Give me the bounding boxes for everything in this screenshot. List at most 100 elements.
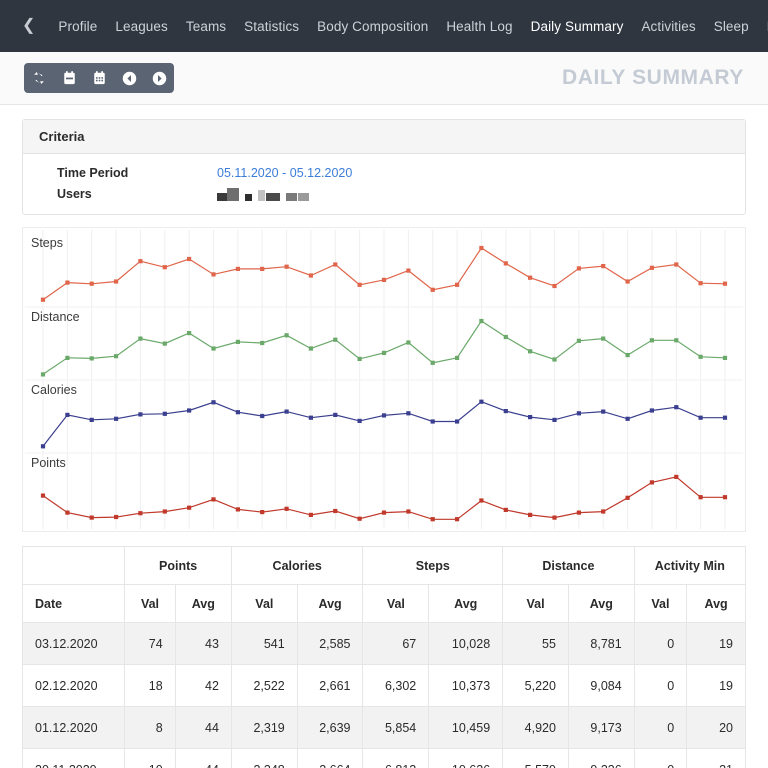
data-point-calories-28[interactable] <box>722 415 728 420</box>
data-point-calories-20[interactable] <box>528 415 533 420</box>
sub-header-6-avg[interactable]: Avg <box>428 584 504 623</box>
data-point-points-12[interactable] <box>333 508 338 514</box>
data-point-steps-12[interactable] <box>333 262 338 267</box>
data-point-steps-17[interactable] <box>455 282 460 287</box>
data-point-distance-15[interactable] <box>406 340 411 345</box>
data-point-distance-8[interactable] <box>235 339 240 344</box>
data-point-distance-16[interactable] <box>430 360 435 365</box>
data-point-distance-23[interactable] <box>601 336 606 341</box>
data-point-calories-21[interactable] <box>552 417 557 422</box>
previous-button[interactable] <box>114 63 144 93</box>
data-point-steps-1[interactable] <box>65 280 70 285</box>
data-point-distance-7[interactable] <box>211 346 216 351</box>
data-point-steps-6[interactable] <box>187 256 192 262</box>
calendar-month-button[interactable] <box>84 63 114 93</box>
data-point-points-25[interactable] <box>649 480 654 485</box>
data-point-steps-14[interactable] <box>381 277 387 282</box>
data-point-points-23[interactable] <box>601 509 606 514</box>
data-point-distance-26[interactable] <box>674 338 679 343</box>
data-point-calories-14[interactable] <box>381 413 387 418</box>
data-point-points-6[interactable] <box>187 505 192 510</box>
data-point-points-21[interactable] <box>552 515 557 520</box>
table-row[interactable]: 03.12.2020 74 43 541 2,585 67 10,028 55 8,781 0 19 <box>21 622 746 665</box>
data-point-distance-22[interactable] <box>576 338 581 343</box>
data-point-calories-7[interactable] <box>211 400 216 405</box>
data-point-steps-28[interactable] <box>722 281 728 286</box>
data-point-steps-25[interactable] <box>649 265 654 270</box>
data-point-distance-25[interactable] <box>649 338 654 343</box>
data-point-steps-11[interactable] <box>308 273 313 278</box>
data-point-steps-18[interactable] <box>479 245 484 251</box>
data-point-steps-16[interactable] <box>430 287 435 292</box>
table-row[interactable]: 30.11.202010442,3482,6646,81210,6365,579… <box>21 748 746 768</box>
nav-item-body-composition[interactable]: Body Composition <box>308 19 437 34</box>
sub-header-3-val[interactable]: Val <box>230 584 298 623</box>
data-point-points-3[interactable] <box>114 514 119 520</box>
calendar-day-button[interactable] <box>54 63 84 93</box>
nav-item-activities[interactable]: Activities <box>632 19 704 34</box>
data-point-calories-12[interactable] <box>333 412 338 417</box>
data-point-distance-13[interactable] <box>357 356 362 361</box>
data-point-steps-3[interactable] <box>114 279 119 284</box>
data-point-points-24[interactable] <box>625 495 630 500</box>
data-point-steps-22[interactable] <box>576 266 581 271</box>
data-point-steps-8[interactable] <box>235 266 240 271</box>
data-point-steps-19[interactable] <box>503 261 508 266</box>
data-point-points-20[interactable] <box>528 512 533 517</box>
data-point-points-8[interactable] <box>235 507 240 512</box>
data-point-distance-17[interactable] <box>455 355 460 360</box>
data-point-points-14[interactable] <box>381 510 387 515</box>
data-point-points-10[interactable] <box>284 506 289 511</box>
data-point-calories-19[interactable] <box>503 409 508 414</box>
data-point-points-18[interactable] <box>479 498 484 503</box>
data-point-steps-15[interactable] <box>406 268 411 273</box>
data-point-points-27[interactable] <box>698 495 703 500</box>
data-point-points-16[interactable] <box>430 517 435 522</box>
data-point-points-13[interactable] <box>357 516 362 521</box>
data-point-calories-4[interactable] <box>138 412 143 417</box>
data-point-steps-2[interactable] <box>89 281 94 286</box>
data-point-points-4[interactable] <box>138 511 143 516</box>
data-point-calories-3[interactable] <box>114 416 119 421</box>
data-point-calories-26[interactable] <box>674 405 679 410</box>
data-point-distance-6[interactable] <box>187 331 192 336</box>
data-point-points-19[interactable] <box>503 507 508 512</box>
nav-item-profile[interactable]: Profile <box>49 19 106 34</box>
data-point-steps-27[interactable] <box>698 281 703 286</box>
data-point-calories-9[interactable] <box>260 413 265 419</box>
sub-header-0-date[interactable]: Date <box>21 584 126 623</box>
sub-header-8-avg[interactable]: Avg <box>567 584 635 623</box>
data-point-distance-21[interactable] <box>552 357 557 362</box>
data-point-points-15[interactable] <box>406 509 411 514</box>
data-point-steps-20[interactable] <box>528 275 533 280</box>
data-point-steps-4[interactable] <box>138 259 143 264</box>
data-point-calories-22[interactable] <box>576 411 581 416</box>
data-point-distance-28[interactable] <box>722 355 728 360</box>
data-point-steps-23[interactable] <box>601 264 606 269</box>
data-point-points-0[interactable] <box>40 493 46 498</box>
time-period-value[interactable]: 05.11.2020 - 05.12.2020 <box>217 166 352 180</box>
data-point-points-17[interactable] <box>455 517 460 522</box>
data-point-steps-21[interactable] <box>552 283 557 289</box>
data-point-distance-1[interactable] <box>65 355 70 360</box>
data-point-points-11[interactable] <box>308 512 313 517</box>
data-point-points-1[interactable] <box>65 510 70 515</box>
data-point-points-2[interactable] <box>89 515 94 520</box>
nav-item-export[interactable]: Export <box>758 19 768 34</box>
table-row[interactable]: 02.12.2020 18 42 2,522 2,661 6,302 10,373 5,220… <box>21 664 746 707</box>
data-point-calories-2[interactable] <box>89 417 94 422</box>
data-point-calories-15[interactable] <box>406 411 411 416</box>
data-point-steps-7[interactable] <box>211 272 216 277</box>
data-point-distance-3[interactable] <box>114 354 119 359</box>
data-point-steps-26[interactable] <box>674 262 679 267</box>
nav-item-leagues[interactable]: Leagues <box>106 19 177 34</box>
data-point-distance-18[interactable] <box>479 318 484 324</box>
data-point-steps-24[interactable] <box>625 279 630 284</box>
data-point-calories-16[interactable] <box>430 419 435 424</box>
data-point-distance-14[interactable] <box>381 350 387 355</box>
data-point-steps-0[interactable] <box>40 297 46 302</box>
data-point-calories-18[interactable] <box>479 399 484 404</box>
data-point-distance-10[interactable] <box>284 333 289 338</box>
data-point-calories-25[interactable] <box>649 408 654 413</box>
data-point-points-26[interactable] <box>674 474 679 479</box>
